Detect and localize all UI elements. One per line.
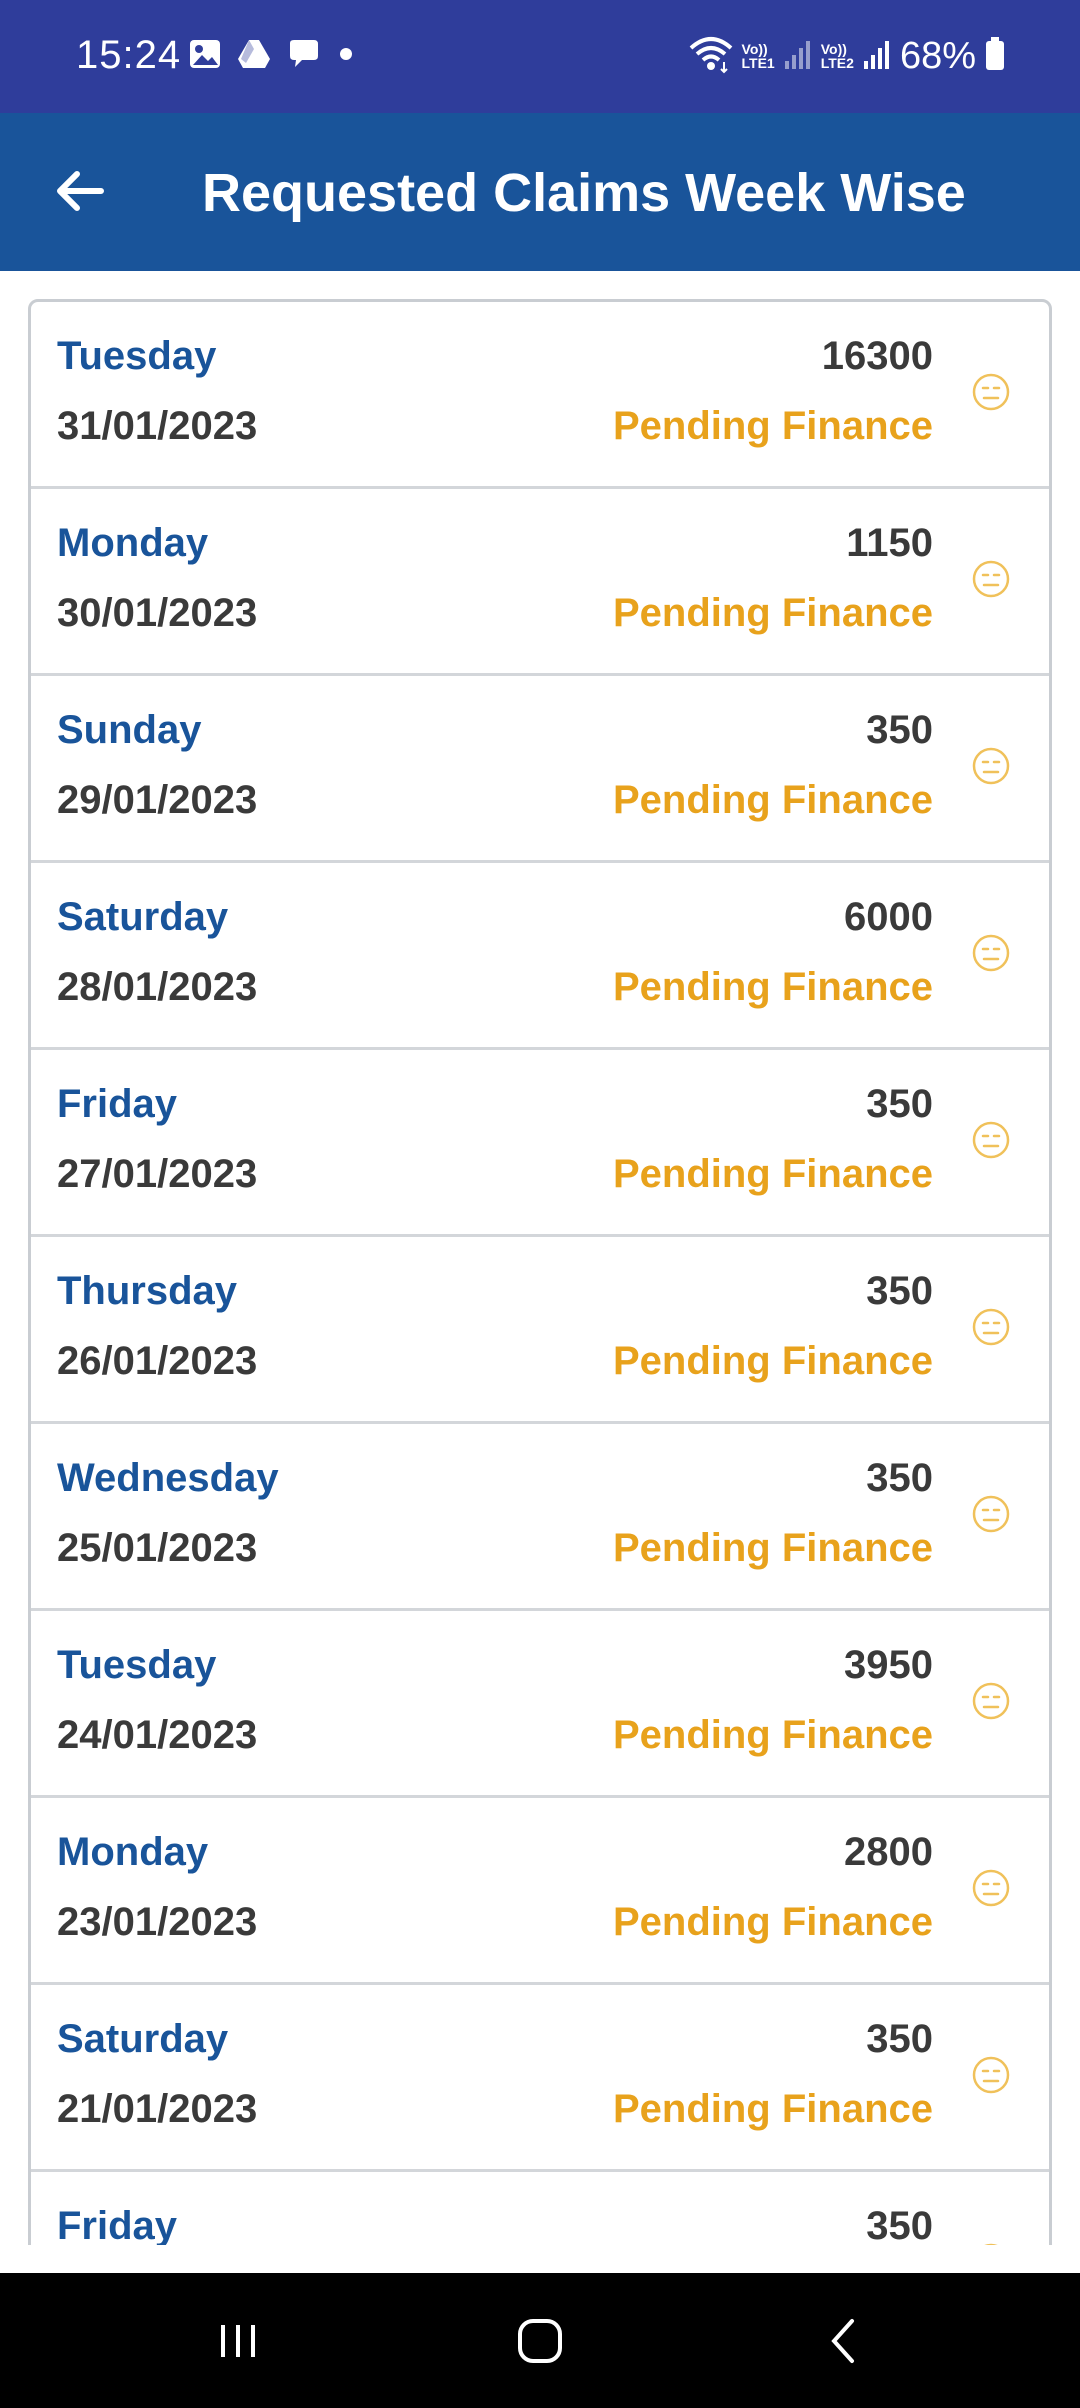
neutral-face-icon [971, 2055, 1011, 2095]
neutral-face-icon [971, 933, 1011, 973]
home-icon [513, 2314, 567, 2373]
neutral-face-icon [971, 1120, 1011, 1160]
claim-date: 28/01/2023 [57, 965, 258, 1009]
claim-date: 24/01/2023 [57, 1713, 258, 1757]
neutral-face-icon [971, 559, 1011, 599]
claim-amount: 350 [866, 2017, 933, 2061]
claim-amount: 350 [866, 1456, 933, 1500]
claim-status: Pending Finance [612, 1713, 933, 1757]
claim-date: 30/01/2023 [57, 591, 258, 635]
back-button[interactable] [40, 153, 120, 233]
claim-amount: 2800 [844, 1830, 933, 1874]
claim-amount: 350 [866, 1269, 933, 1313]
battery-percentage: 68% [899, 35, 976, 77]
claim-row[interactable]: Tuesday 24/01/2023 3950 Pending Finance [31, 1611, 1049, 1798]
neutral-face-icon [971, 1868, 1011, 1908]
claim-row[interactable]: Friday 350 [31, 2172, 1049, 2245]
drive-icon [236, 37, 272, 76]
system-navigation-bar [0, 2273, 1080, 2408]
dot-icon [336, 37, 356, 76]
claim-date: 29/01/2023 [57, 778, 258, 822]
claim-row[interactable]: Monday 30/01/2023 1150 Pending Finance [31, 489, 1049, 676]
claim-status: Pending Finance [612, 965, 933, 1009]
claim-status: Pending Finance [612, 1526, 933, 1570]
app-header: Requested Claims Week Wise [0, 113, 1080, 271]
claim-amount: 6000 [844, 895, 933, 939]
claim-row[interactable]: Monday 23/01/2023 2800 Pending Finance [31, 1798, 1049, 1985]
sim2-lte-tag: Vo)) LTE2 [820, 41, 854, 71]
claim-date: 25/01/2023 [57, 1526, 258, 1570]
signal-icon-sim2 [862, 37, 892, 76]
back-nav-button[interactable] [804, 2303, 884, 2383]
claim-date: 21/01/2023 [57, 2087, 258, 2131]
claim-status: Pending Finance [612, 1339, 933, 1383]
neutral-face-icon [971, 1681, 1011, 1721]
back-chevron-icon [819, 2314, 869, 2373]
claim-day: Saturday [57, 895, 229, 939]
neutral-face-icon [971, 2242, 1011, 2245]
system-status: Vo)) LTE1 Vo)) LTE2 68% [688, 30, 1006, 82]
claim-row[interactable]: Friday 27/01/2023 350 Pending Finance [31, 1050, 1049, 1237]
claim-date: 26/01/2023 [57, 1339, 258, 1383]
battery-icon [984, 36, 1006, 77]
status-bar: 15:24 Vo)) LTE1 Vo)) LTE2 68% [0, 0, 1080, 113]
claim-status: Pending Finance [612, 591, 933, 635]
recents-icon [213, 2316, 263, 2371]
claim-status: Pending Finance [612, 404, 933, 448]
neutral-face-icon [971, 372, 1011, 412]
neutral-face-icon [971, 1494, 1011, 1534]
claim-day: Saturday [57, 2017, 229, 2061]
home-button[interactable] [500, 2303, 580, 2383]
claim-date: 31/01/2023 [57, 404, 258, 448]
claim-row[interactable]: Saturday 21/01/2023 350 Pending Finance [31, 1985, 1049, 2172]
chat-icon [286, 37, 322, 76]
claim-day: Monday [57, 1830, 209, 1874]
claim-date: 23/01/2023 [57, 1900, 258, 1944]
page-title: Requested Claims Week Wise [202, 163, 966, 223]
sim1-lte-tag: Vo)) LTE1 [741, 41, 775, 71]
claim-amount: 350 [866, 2204, 933, 2245]
claim-day: Wednesday [57, 1456, 279, 1500]
claim-status: Pending Finance [612, 1152, 933, 1196]
neutral-face-icon [971, 1307, 1011, 1347]
claim-row[interactable]: Sunday 29/01/2023 350 Pending Finance [31, 676, 1049, 863]
claim-day: Monday [57, 521, 209, 565]
claim-day: Friday [57, 1082, 178, 1126]
claim-status: Pending Finance [612, 2087, 933, 2131]
notification-icons [188, 38, 356, 74]
claim-amount: 3950 [844, 1643, 933, 1687]
claim-date: 27/01/2023 [57, 1152, 258, 1196]
claim-row[interactable]: Saturday 28/01/2023 6000 Pending Finance [31, 863, 1049, 1050]
claim-amount: 16300 [821, 334, 933, 378]
signal-icon-sim1 [783, 37, 813, 76]
recents-button[interactable] [198, 2303, 278, 2383]
claim-status: Pending Finance [612, 1900, 933, 1944]
claims-list: Tuesday 31/01/2023 16300 Pending Finance Mon… [28, 299, 1052, 2245]
claim-amount: 1150 [846, 521, 933, 565]
claim-day: Friday [57, 2204, 178, 2245]
claim-amount: 350 [866, 708, 933, 752]
claim-day: Sunday [57, 708, 202, 752]
claim-row[interactable]: Wednesday 25/01/2023 350 Pending Finance [31, 1424, 1049, 1611]
neutral-face-icon [971, 746, 1011, 786]
claim-day: Thursday [57, 1269, 238, 1313]
claim-day: Tuesday [57, 334, 217, 378]
claim-row[interactable]: Tuesday 31/01/2023 16300 Pending Finance [31, 302, 1049, 489]
image-icon [188, 37, 222, 76]
status-time: 15:24 [76, 33, 182, 77]
arrow-left-icon [55, 169, 105, 218]
claims-list-viewport[interactable]: Tuesday 31/01/2023 16300 Pending Finance Mon… [0, 271, 1080, 2245]
claim-day: Tuesday [57, 1643, 217, 1687]
claim-row[interactable]: Thursday 26/01/2023 350 Pending Finance [31, 1237, 1049, 1424]
claim-status: Pending Finance [612, 778, 933, 822]
wifi-icon [688, 34, 734, 79]
claim-amount: 350 [866, 1082, 933, 1126]
